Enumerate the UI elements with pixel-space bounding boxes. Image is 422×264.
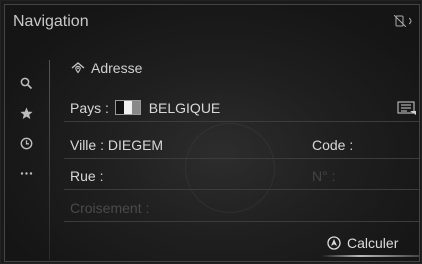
belgium-flag-icon (114, 100, 141, 115)
sidebar-item-history[interactable] (8, 128, 44, 158)
star-icon (19, 107, 33, 119)
country-label: Pays : (70, 100, 109, 116)
house-number-field: N° : (312, 168, 336, 184)
country-list-icon[interactable] (397, 101, 417, 115)
sidebar-item-search[interactable] (8, 68, 44, 98)
street-row: Rue : N° : (64, 163, 419, 190)
sidebar-item-favorites[interactable] (8, 98, 44, 128)
search-icon (20, 77, 32, 89)
postal-code-field[interactable]: Code : (312, 137, 353, 153)
street-field[interactable]: Rue : (70, 168, 103, 184)
country-row[interactable]: Pays : BELGIQUE (64, 95, 419, 122)
country-field: Pays : BELGIQUE (70, 100, 220, 116)
intersection-field: Croisement : (70, 200, 150, 216)
display-frame: Navigation Adresse Pays: BELGIQUE Ville… (0, 0, 422, 264)
page-title: Navigation (13, 13, 89, 30)
sidebar (8, 68, 44, 188)
section-title: Adresse (91, 60, 143, 76)
navigation-screen: Navigation Adresse Pays: BELGIQUE Ville… (4, 4, 420, 262)
more-icon (20, 171, 32, 175)
calculate-label: Calculer (347, 235, 399, 251)
country-value: BELGIQUE (148, 100, 221, 116)
status-bar (393, 14, 415, 30)
city-row: Ville : DIEGEM Code : (64, 132, 419, 159)
route-arrow-icon (327, 236, 341, 250)
calculate-button[interactable]: Calculer (327, 235, 398, 251)
sidebar-divider (49, 60, 50, 260)
sidebar-item-more[interactable] (8, 158, 44, 188)
mute-phone-icon (393, 14, 407, 30)
calculate-underline (321, 255, 419, 257)
clock-icon (20, 137, 32, 149)
section-header: Adresse (71, 60, 142, 76)
address-icon (71, 62, 85, 74)
intersection-row: Croisement : (64, 195, 419, 222)
city-field[interactable]: Ville : DIEGEM (70, 137, 163, 153)
signal-icon (408, 15, 415, 30)
